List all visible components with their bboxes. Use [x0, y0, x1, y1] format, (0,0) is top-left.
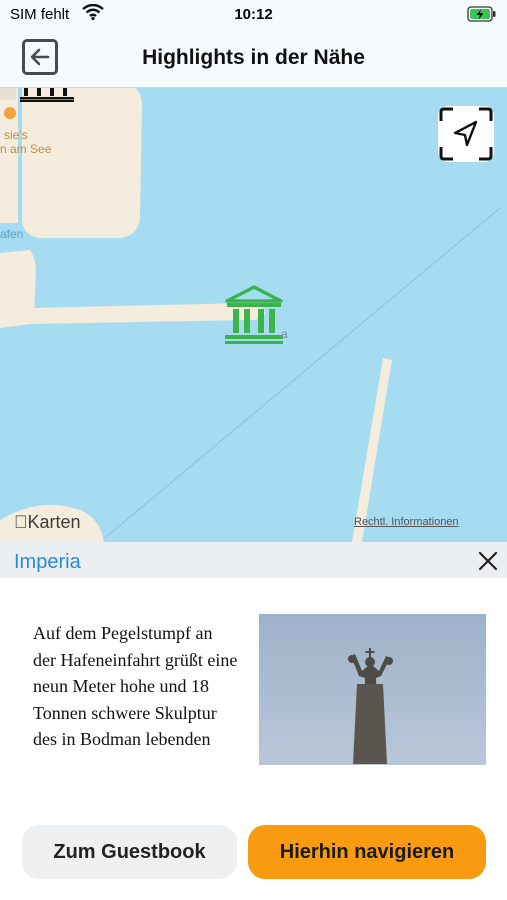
map-poi-label-1: sie's — [4, 128, 28, 142]
location-arrow-icon — [439, 107, 493, 161]
navigate-button[interactable]: Hierhin navigieren — [248, 825, 486, 879]
maps-attribution-label: Karten — [14, 512, 81, 532]
nav-header: Highlights in der Nähe — [0, 30, 507, 88]
detail-description: Auf dem Pegelstumpf an der Hafeneinfahrt… — [33, 623, 238, 749]
legal-link[interactable]: Rechtl. Informationen — [354, 516, 459, 528]
maps-attribution: Karten — [14, 512, 81, 533]
battery-charging-icon — [467, 5, 497, 28]
detail-header: Imperia — [0, 542, 507, 578]
statue-photo — [259, 614, 486, 765]
museum-marker-partial[interactable] — [20, 88, 76, 107]
locate-button[interactable] — [438, 106, 494, 162]
detail-title: Imperia — [14, 551, 81, 573]
marker-name-label: a — [281, 327, 288, 341]
apple-logo-icon:  — [14, 512, 28, 532]
museum-icon — [20, 88, 74, 102]
map-poi-label-2: n am See — [0, 142, 52, 156]
clock: 10:12 — [234, 6, 273, 23]
close-icon — [478, 551, 498, 571]
page-title: Highlights in der Nähe — [142, 46, 365, 69]
guestbook-button[interactable]: Zum Guestbook — [22, 825, 237, 879]
imperia-marker[interactable] — [222, 284, 286, 351]
museum-icon — [225, 285, 283, 344]
map-view[interactable]: sie's n am See afen a Karten Rechtl. In… — [0, 88, 507, 542]
close-button[interactable] — [476, 549, 500, 573]
map-harbor-label: afen — [0, 227, 24, 241]
status-bar: SIM fehlt 10:12 — [0, 0, 507, 30]
